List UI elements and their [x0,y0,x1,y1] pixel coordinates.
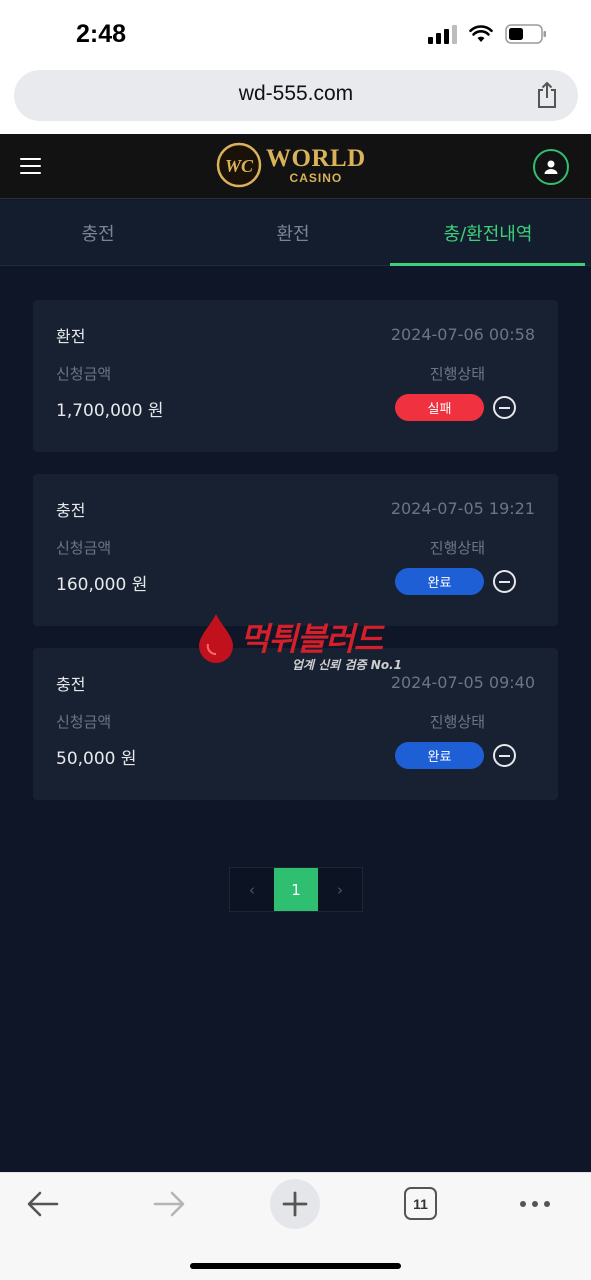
new-tab-button[interactable] [270,1179,320,1229]
hamburger-menu-icon[interactable] [20,158,41,174]
next-page-button[interactable]: › [318,868,362,911]
status-icons [428,24,547,44]
status-badge: 완료 [395,568,484,595]
logo-main-text: WORLD [266,145,366,172]
svg-text:WC: WC [225,156,254,176]
status-badge: 실패 [395,394,484,421]
watermark: 먹튀블러드 업계 신뢰 검증 No.1 [196,612,411,682]
browser-toolbar: 11 [0,1172,591,1280]
tab-bar: 충전 환전 충/환전내역 [0,200,591,266]
amount-label: 신청금액 [56,539,112,557]
record-type: 환전 [56,327,86,346]
status-time: 2:48 [76,20,127,48]
cellular-signal-icon [428,24,457,44]
pagination: ‹ 1 › [229,867,363,912]
tab-withdraw[interactable]: 환전 [195,200,391,266]
status-badge: 완료 [395,742,484,769]
tab-deposit[interactable]: 충전 [0,200,196,266]
home-indicator [190,1263,401,1269]
watermark-title: 먹튀블러드 [240,620,383,658]
watermark-subtitle: 업계 신뢰 검증 No.1 [292,658,402,672]
minus-circle-icon[interactable] [493,396,516,419]
share-icon[interactable] [536,81,558,109]
plus-icon [282,1191,308,1217]
more-options-icon[interactable] [520,1201,550,1207]
wifi-icon [469,25,493,42]
status-label: 진행상태 [429,713,485,731]
history-card: 충전 2024-07-05 19:21 신청금액 진행상태 160,000 원 … [33,474,558,626]
page-button-current[interactable]: 1 [274,868,318,911]
record-type: 충전 [56,501,86,520]
status-label: 진행상태 [429,539,485,557]
record-amount: 1,700,000 원 [56,401,164,421]
world-casino-logo[interactable]: WC WORLD CASINO [216,142,366,188]
record-amount: 160,000 원 [56,575,148,595]
tab-history[interactable]: 충/환전내역 [390,200,586,266]
record-date: 2024-07-05 09:40 [390,673,535,692]
minus-circle-icon[interactable] [493,744,516,767]
active-tab-indicator [390,263,585,266]
user-icon [544,160,558,174]
record-amount: 50,000 원 [56,749,137,769]
amount-label: 신청금액 [56,713,112,731]
top-header: WC WORLD CASINO [0,134,591,199]
status-label: 진행상태 [429,365,485,383]
record-date: 2024-07-05 19:21 [390,499,535,518]
record-type: 충전 [56,675,86,694]
back-arrow-icon[interactable] [26,1189,60,1219]
blood-drop-icon [199,614,233,663]
history-card: 환전 2024-07-06 00:58 신청금액 진행상태 1,700,000 … [33,300,558,452]
record-date: 2024-07-06 00:58 [390,325,535,344]
status-bar: 2:48 [0,0,591,68]
wc-logo-icon: WC [216,142,262,188]
user-profile-button[interactable] [533,149,569,185]
amount-label: 신청금액 [56,365,112,383]
battery-icon [505,24,546,44]
logo-sub-text: CASINO [289,171,343,185]
app-content: WC WORLD CASINO 충전 환전 충/환전내역 환전 2024-07-… [0,134,591,1172]
minus-circle-icon[interactable] [493,570,516,593]
prev-page-button[interactable]: ‹ [230,868,274,911]
tabs-count-button[interactable]: 11 [404,1187,437,1220]
url-text: wd-555.com [238,82,354,105]
forward-arrow-icon[interactable] [152,1189,186,1219]
address-bar[interactable]: wd-555.com [14,70,578,121]
